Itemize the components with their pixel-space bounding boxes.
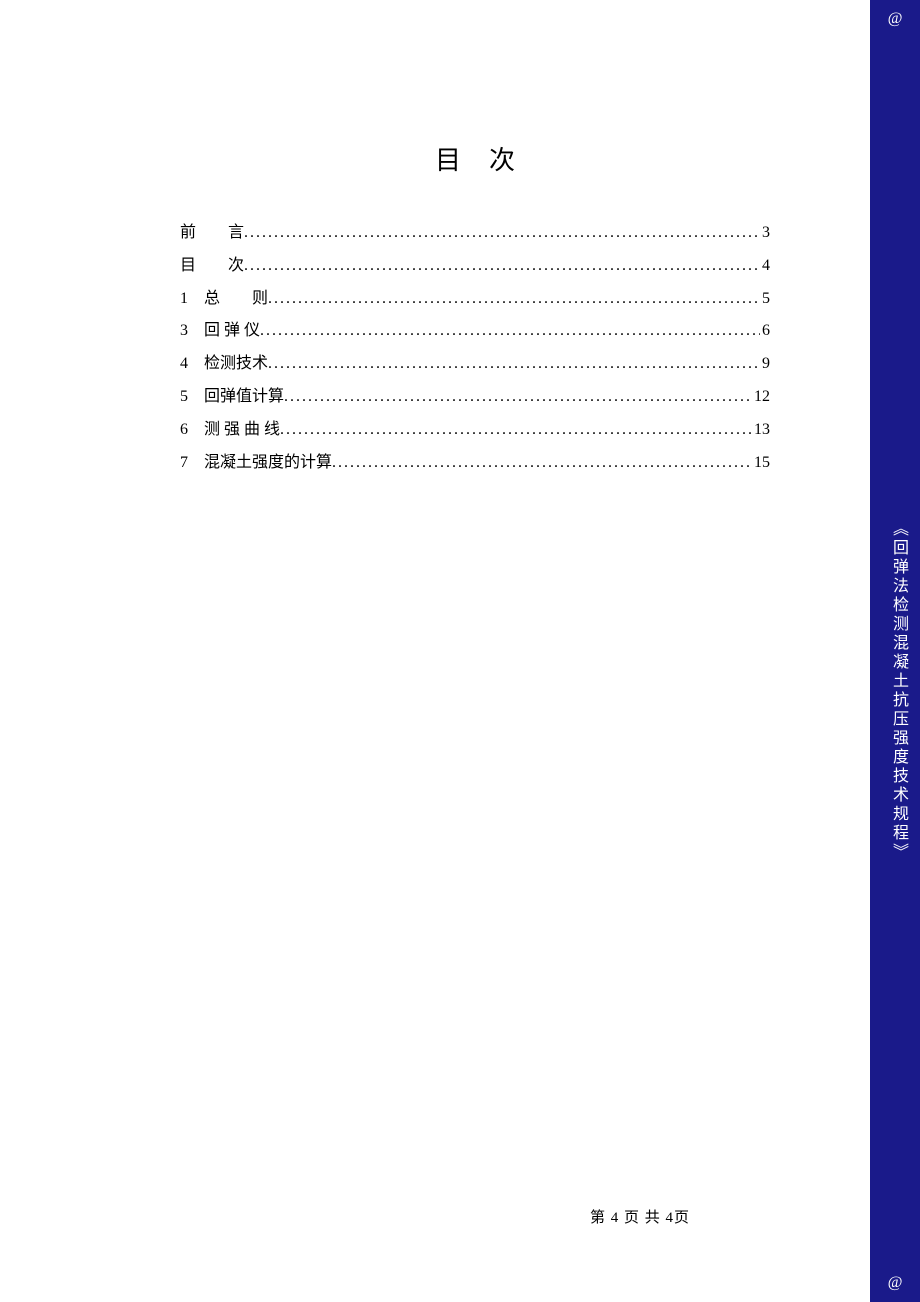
toc-label: 5 回弹值计算 bbox=[180, 381, 284, 414]
page-wrapper: 目次 前 言 3 目 次 4 1 总 则 5 3 回 弹 仪 6 bbox=[0, 0, 920, 1302]
sidebar-book-title: 《回弹法检测混凝土抗压强度技术规程》 bbox=[886, 520, 910, 862]
toc-page: 6 bbox=[760, 315, 770, 348]
toc-label: 目 次 bbox=[180, 250, 244, 283]
sidebar-code: 资料编号：JGJ/T 23—2001 J 115--2001 bbox=[822, 519, 846, 864]
toc-page: 4 bbox=[760, 250, 770, 283]
toc-dots bbox=[284, 381, 752, 414]
toc-dots bbox=[244, 250, 760, 283]
toc-label: 7 混凝土强度的计算 bbox=[180, 447, 332, 480]
toc-dots bbox=[280, 414, 752, 447]
toc-dots bbox=[332, 447, 752, 480]
toc-dots bbox=[268, 283, 760, 316]
toc-label: 3 回 弹 仪 bbox=[180, 315, 260, 348]
toc-row: 7 混凝土强度的计算 15 bbox=[180, 447, 770, 480]
toc-row: 目 次 4 bbox=[180, 250, 770, 283]
toc-row: 前 言 3 bbox=[180, 217, 770, 250]
toc-label: 前 言 bbox=[180, 217, 244, 250]
table-of-contents: 前 言 3 目 次 4 1 总 则 5 3 回 弹 仪 6 4 检测技术 bbox=[180, 217, 770, 479]
toc-page: 13 bbox=[752, 414, 770, 447]
sidebar-content: www.sinoaec.com 《回弹法检测混凝土抗压强度技术规程》 资料编号：… bbox=[822, 76, 920, 1226]
toc-page: 15 bbox=[752, 447, 770, 480]
toc-page: 3 bbox=[760, 217, 770, 250]
toc-dots bbox=[244, 217, 760, 250]
toc-label: 1 总 则 bbox=[180, 283, 268, 316]
page-title: 目次 bbox=[180, 140, 770, 177]
toc-row: 4 检测技术 9 bbox=[180, 348, 770, 381]
page-footer: 第 4 页 共 4页 bbox=[590, 1206, 690, 1227]
toc-dots bbox=[260, 315, 760, 348]
at-icon: @ bbox=[888, 1274, 903, 1292]
at-icon: @ bbox=[888, 10, 903, 28]
toc-page: 9 bbox=[760, 348, 770, 381]
toc-page: 5 bbox=[760, 283, 770, 316]
toc-dots bbox=[268, 348, 760, 381]
toc-row: 6 测 强 曲 线 13 bbox=[180, 414, 770, 447]
content-area: 目次 前 言 3 目 次 4 1 总 则 5 3 回 弹 仪 6 bbox=[0, 0, 870, 1302]
toc-label: 6 测 强 曲 线 bbox=[180, 414, 280, 447]
sidebar: @ www.sinoaec.com 《回弹法检测混凝土抗压强度技术规程》 资料编… bbox=[870, 0, 920, 1302]
toc-row: 5 回弹值计算 12 bbox=[180, 381, 770, 414]
toc-row: 1 总 则 5 bbox=[180, 283, 770, 316]
toc-row: 3 回 弹 仪 6 bbox=[180, 315, 770, 348]
toc-label: 4 检测技术 bbox=[180, 348, 268, 381]
toc-page: 12 bbox=[752, 381, 770, 414]
